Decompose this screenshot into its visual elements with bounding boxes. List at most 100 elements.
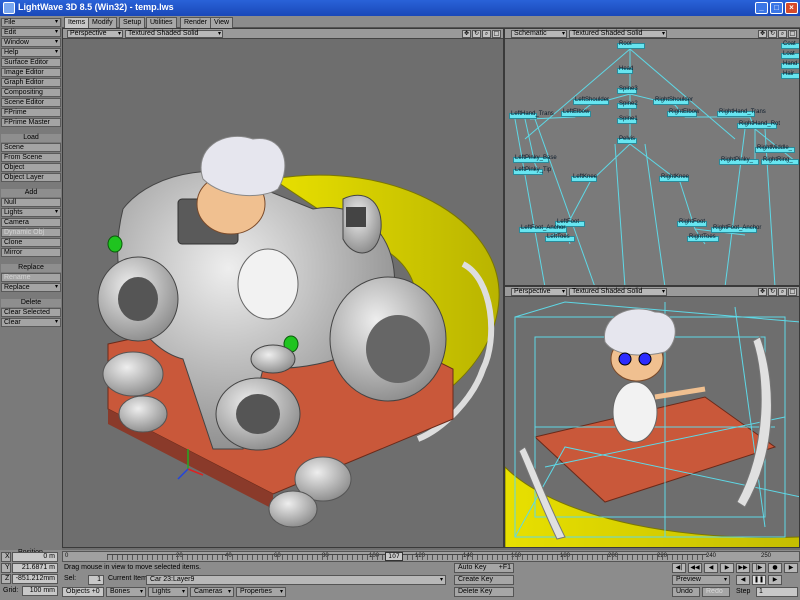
auto-key-toggle[interactable]: Auto Key +F1 — [454, 563, 514, 573]
schematic-node-rightring[interactable]: RightRing_ — [761, 157, 799, 165]
move-view-icon[interactable]: ✥ — [462, 30, 471, 38]
next-frame-icon[interactable]: ▶ — [720, 563, 734, 573]
tab-modify[interactable]: Modify — [88, 17, 117, 28]
timeline-ruler[interactable]: 0 20 40 60 80 100 120 140 160 180 200 22… — [62, 551, 800, 562]
maximize-icon[interactable]: □ — [770, 2, 783, 14]
x-position-field[interactable]: 0 m — [12, 552, 58, 562]
edit-menu[interactable]: Edit ▾ — [1, 28, 61, 37]
objects-mode-button[interactable]: Objects +0 — [62, 587, 104, 597]
prev-key-icon[interactable]: ◀◀ — [688, 563, 702, 573]
mirror-button[interactable]: Mirror — [1, 248, 61, 257]
delete-key-button[interactable]: Delete Key — [454, 587, 514, 597]
load-object-layer-button[interactable]: Object Layer — [1, 173, 61, 182]
z-position-field[interactable]: -851.212mm — [12, 574, 58, 584]
schematic-node-head[interactable]: Head — [617, 66, 633, 74]
play-icon[interactable]: ▶ — [784, 563, 798, 573]
schematic-node-rightshoulder[interactable]: RightShoulder — [653, 97, 693, 105]
preview-menu[interactable]: Preview ▾ — [672, 575, 730, 585]
clear-button[interactable]: Clear ▾ — [1, 318, 61, 327]
schematic-node-rightknee[interactable]: RightKnee — [659, 174, 689, 182]
main-viewport[interactable]: Perspective ▾ Textured Shaded Solid ▾ ✥ ↻ … — [62, 28, 504, 548]
surface-editor-button[interactable]: Surface Editor — [1, 58, 61, 67]
fprime-master-button[interactable]: FPrime Master — [1, 118, 61, 127]
maximize-view-icon[interactable]: □ — [492, 30, 501, 38]
schematic-node-hair[interactable]: Hair — [781, 71, 799, 79]
bones-mode-button[interactable]: Bones ▾ — [106, 587, 146, 597]
add-dynamic-obj-button[interactable]: Dynamic Obj — [1, 228, 61, 237]
file-menu[interactable]: File ▾ — [1, 18, 61, 27]
schematic-node-rightpinky[interactable]: RightPinky_ — [719, 157, 759, 165]
load-scene-button[interactable]: Scene — [1, 143, 61, 152]
pause-icon[interactable]: ❚❚ — [752, 575, 766, 585]
tab-setup[interactable]: Setup — [119, 17, 146, 28]
scene-editor-button[interactable]: Scene Editor — [1, 98, 61, 107]
next-key-icon[interactable]: ▶▶ — [736, 563, 750, 573]
schematic-node-lefthand-trans[interactable]: LeftHand_Trans — [509, 111, 554, 119]
tab-view[interactable]: View — [210, 17, 234, 28]
clone-button[interactable]: Clone — [1, 238, 61, 247]
schematic-node-spine2[interactable]: Spine2 — [617, 101, 638, 109]
schematic-node-lefttoes[interactable]: LeftToes — [545, 234, 575, 242]
rename-button[interactable]: Rename — [1, 273, 61, 282]
add-null-button[interactable]: Null — [1, 198, 61, 207]
main-shading-select[interactable]: Textured Shaded Solid ▾ — [125, 30, 223, 38]
window-menu[interactable]: Window ▾ — [1, 38, 61, 47]
maximize-view-icon[interactable]: □ — [788, 30, 797, 38]
schematic-node-righthand-trans[interactable]: RightHand_Trans — [717, 109, 766, 117]
schematic-node-pelvis[interactable]: Pelvis — [617, 136, 637, 144]
rotate-view-icon[interactable]: ↻ — [768, 30, 777, 38]
create-key-button[interactable]: Create Key — [454, 575, 514, 585]
close-icon[interactable]: × — [785, 2, 798, 14]
schematic-node-righttoes[interactable]: RightToes — [687, 234, 719, 242]
schematic-node-leftshoulder[interactable]: LeftShoulder — [573, 97, 609, 105]
schematic-node-spine3[interactable]: Spine3 — [617, 86, 638, 94]
play-forward-icon[interactable]: ▶ — [768, 575, 782, 585]
schematic-node-root[interactable]: Root — [617, 41, 645, 49]
schematic-viewport[interactable]: Schematic ▾ Textured Shaded Solid ▾ ✥ ↻ ⌕ … — [504, 28, 800, 286]
graph-editor-button[interactable]: Graph Editor — [1, 78, 61, 87]
maximize-view-icon[interactable]: □ — [788, 288, 797, 296]
schematic-node-rightelbow[interactable]: RightElbow — [667, 109, 699, 117]
schematic-node-hand[interactable]: Hand — [781, 61, 799, 69]
rotate-view-icon[interactable]: ↻ — [768, 288, 777, 296]
tab-render[interactable]: Render — [180, 17, 211, 28]
move-view-icon[interactable]: ✥ — [758, 288, 767, 296]
add-camera-button[interactable]: Camera — [1, 218, 61, 227]
schematic-node-spine1[interactable]: Spine1 — [617, 116, 638, 124]
zoom-view-icon[interactable]: ⌕ — [482, 30, 491, 38]
first-frame-icon[interactable]: ◀| — [672, 563, 686, 573]
schematic-node-leftknee[interactable]: LeftKnee — [571, 174, 597, 182]
timeline-frame-slider[interactable]: 107 — [385, 552, 403, 561]
add-lights-button[interactable]: Lights ▾ — [1, 208, 61, 217]
schematic-node-rightfoot[interactable]: RightFoot — [677, 219, 707, 227]
zoom-view-icon[interactable]: ⌕ — [778, 288, 787, 296]
compositing-button[interactable]: Compositing — [1, 88, 61, 97]
schematic-view-mode-select[interactable]: Schematic ▾ — [511, 30, 567, 38]
schematic-node-leftfoot-anchor[interactable]: LeftFoot_Anchor — [519, 225, 567, 233]
fprime-button[interactable]: FPrime — [1, 108, 61, 117]
prev-frame-icon[interactable]: ◀ — [704, 563, 718, 573]
y-position-field[interactable]: 21.6871 m — [12, 563, 58, 573]
help-menu[interactable]: Help ▾ — [1, 48, 61, 57]
move-view-icon[interactable]: ✥ — [758, 30, 767, 38]
play-backward-icon[interactable]: ◀ — [736, 575, 750, 585]
tab-utilities[interactable]: Utilities — [146, 17, 177, 28]
step-field[interactable]: 1 — [756, 587, 798, 597]
schematic-node-rightfoot-anchor[interactable]: RightFoot_Anchor — [711, 225, 761, 233]
schematic-node-loat[interactable]: Loat — [781, 51, 799, 59]
schematic-shading-select[interactable]: Textured Shaded Solid ▾ — [569, 30, 667, 38]
load-object-button[interactable]: Object — [1, 163, 61, 172]
last-frame-icon[interactable]: |▶ — [752, 563, 766, 573]
schematic-node-coat[interactable]: Coat — [781, 41, 799, 49]
main-view-mode-select[interactable]: Perspective ▾ — [67, 30, 123, 38]
undo-button[interactable]: Undo — [672, 587, 700, 597]
schematic-node-righthand-rot[interactable]: RightHand_Rot — [737, 121, 780, 129]
lights-mode-button[interactable]: Lights ▾ — [148, 587, 188, 597]
current-item-select[interactable]: Car 23:Layer9 ▾ — [146, 575, 446, 585]
rotate-view-icon[interactable]: ↻ — [472, 30, 481, 38]
schematic-node-leftpinky-tip[interactable]: LeftPinky_Tip — [513, 167, 551, 175]
secondary-shading-select[interactable]: Textured Shaded Solid ▾ — [569, 288, 667, 296]
tab-items[interactable]: Items — [64, 17, 90, 28]
zoom-view-icon[interactable]: ⌕ — [778, 30, 787, 38]
schematic-node-leftpinky-base[interactable]: LeftPinky_Base — [513, 155, 557, 163]
